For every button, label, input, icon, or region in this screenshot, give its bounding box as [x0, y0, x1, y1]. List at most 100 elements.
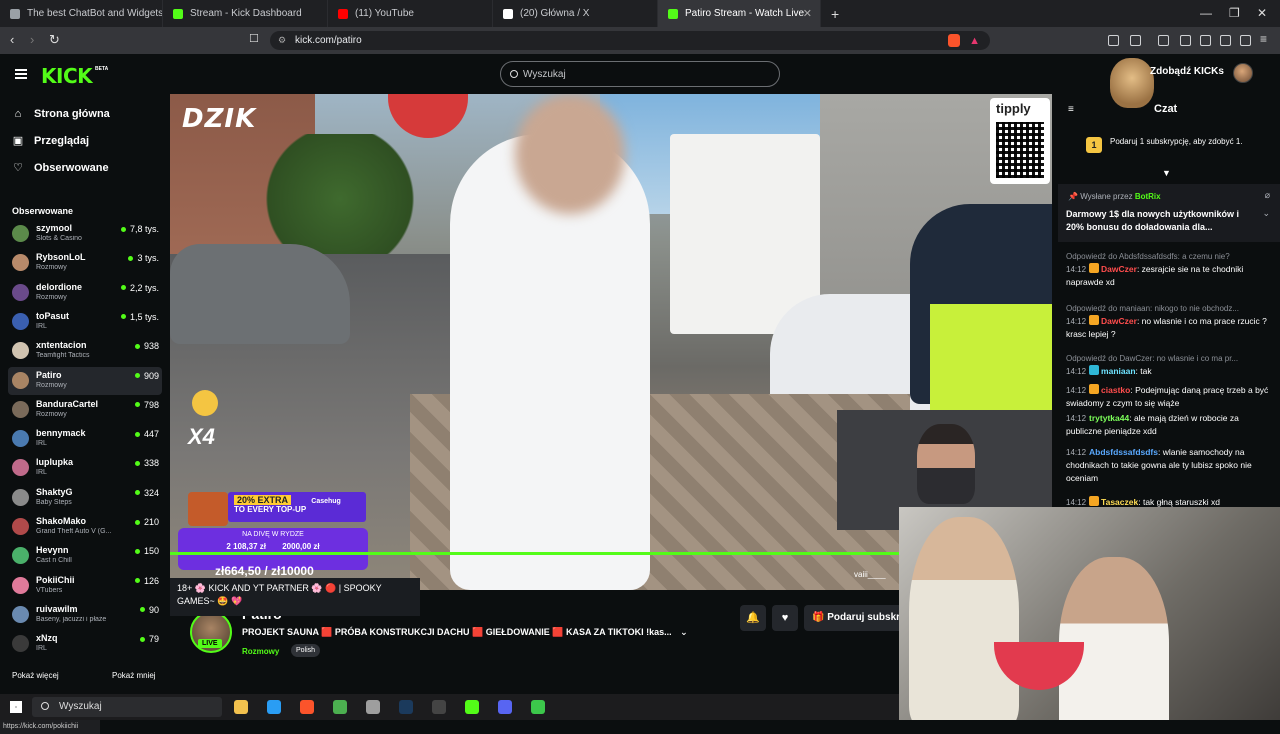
kick-top-nav: KICK BETA Zdobądź KICKs: [0, 54, 1280, 108]
close-tab-icon[interactable]: ✕: [803, 7, 812, 20]
sidebar-icon[interactable]: [1180, 35, 1191, 46]
edge-icon[interactable]: [267, 700, 281, 714]
channel-name: Hevynn: [36, 545, 69, 556]
site-info-icon[interactable]: ⚙: [278, 31, 286, 50]
followed-channel-hevynn[interactable]: Hevynn Cast n Chill 150: [8, 542, 162, 570]
brave-icon[interactable]: [300, 700, 314, 714]
chat-message[interactable]: Odpowiedź do Abdsfdssafdsdfs: a czemu ni…: [1066, 250, 1276, 289]
chat-username[interactable]: Tasaczek: [1101, 497, 1138, 507]
tab-patiro-stream[interactable]: Patiro Stream - Watch Live on Ki ✕: [658, 0, 821, 27]
pinned-message[interactable]: 📌 Wysłane przez BotRix Darmowy 1$ dla no…: [1058, 184, 1280, 242]
chat-username[interactable]: ciastko: [1101, 385, 1130, 395]
wallet-icon[interactable]: [1200, 35, 1211, 46]
viewer-count: 938: [135, 341, 159, 351]
chat-message[interactable]: Odpowiedź do DawCzer: no wlasnie i co ma…: [1066, 352, 1276, 378]
followed-channel-luplupka[interactable]: luplupka IRL 338: [8, 454, 162, 482]
menu-icon[interactable]: ≡: [1260, 32, 1271, 46]
followed-channel-delordione[interactable]: delordione Rozmowy 2,2 tys.: [8, 279, 162, 307]
extension-icon[interactable]: [1130, 35, 1141, 46]
followed-channel-pokiichii[interactable]: PokiiChii VTubers 126: [8, 572, 162, 600]
stream-language-tag[interactable]: Polish: [291, 644, 321, 657]
user-avatar[interactable]: [1233, 63, 1253, 83]
nav-following[interactable]: ♡ Obserwowane: [12, 162, 109, 174]
new-tab-button[interactable]: +: [831, 6, 839, 22]
kick-logo[interactable]: KICK: [41, 64, 93, 88]
follow-heart-icon[interactable]: ♥: [772, 605, 798, 631]
steam-icon[interactable]: [399, 700, 413, 714]
show-more-button[interactable]: Pokaż więcej: [12, 671, 59, 680]
vpn-icon[interactable]: [1240, 35, 1251, 46]
stream-category[interactable]: Rozmowy: [242, 647, 279, 656]
reply-preview[interactable]: Odpowiedź do DawCzer: no wlasnie i co ma…: [1066, 352, 1276, 365]
followed-channel-bennymack[interactable]: bennymack IRL 447: [8, 425, 162, 453]
chat-message[interactable]: 14:12 Abdsfdssafdsdfs: wlanie samochody n…: [1066, 446, 1276, 485]
back-icon[interactable]: ‹: [10, 32, 14, 47]
followed-channel-patiro[interactable]: Patiro Rozmowy 909: [8, 366, 162, 395]
extension-icon[interactable]: [1108, 35, 1119, 46]
reload-icon[interactable]: ↻: [49, 32, 60, 48]
tab-kick-dashboard[interactable]: Stream - Kick Dashboard: [163, 0, 328, 27]
reply-preview[interactable]: Odpowiedź do maniaan: nikogo to nie obch…: [1066, 302, 1276, 315]
chevron-down-icon[interactable]: ▼: [1162, 168, 1171, 178]
close-window-button[interactable]: ✕: [1257, 6, 1267, 20]
file-explorer-icon[interactable]: [234, 700, 248, 714]
followed-channel-xnzq[interactable]: xNzq IRL 79: [8, 630, 162, 658]
show-less-button[interactable]: Pokaż mniej: [112, 671, 156, 680]
chevron-down-icon[interactable]: ⌄: [1262, 208, 1270, 219]
kick-app-icon[interactable]: [465, 700, 479, 714]
followed-channel-topasut[interactable]: toPasut IRL 1,5 tys.: [8, 308, 162, 336]
followed-channel-szymool[interactable]: szymool Slots & Casino 7,8 tys.: [8, 220, 162, 248]
followed-channel-shakomako[interactable]: ShakoMako Grand Theft Auto V (G... 210: [8, 513, 162, 541]
restore-button[interactable]: ❐: [1229, 6, 1240, 20]
nav-home[interactable]: ⌂ Strona główna: [12, 108, 110, 120]
obs-icon[interactable]: [432, 700, 446, 714]
tipply-label: tipply: [996, 101, 1031, 116]
subscriber-badge-icon: [1089, 263, 1100, 273]
get-kicks-button[interactable]: Zdobądź KICKs: [1150, 66, 1224, 77]
forward-icon[interactable]: ›: [30, 32, 34, 47]
chat-title: Czat: [1154, 103, 1178, 115]
tab-chatbot[interactable]: The best ChatBot and Widgets for Ki: [0, 0, 163, 27]
chat-message[interactable]: 14:12 ciastko: Podejmując daną pracę trze…: [1066, 384, 1276, 410]
tab-youtube[interactable]: (11) YouTube: [328, 0, 493, 27]
followed-channel-shaktyg[interactable]: ShaktyG Baby Steps 324: [8, 484, 162, 512]
followed-channel-rybsonlol[interactable]: RybsonLoL Rozmowy 3 tys.: [8, 249, 162, 277]
chat-message[interactable]: 14:12 trytytka44: ale mają dzień w roboci…: [1066, 412, 1276, 438]
nav-browse[interactable]: ▣ Przeglądaj: [12, 135, 89, 147]
gift-subscription-button[interactable]: 🎁 Podaruj subskrypcje: [804, 605, 914, 631]
chat-username[interactable]: DawCzer: [1101, 264, 1137, 274]
channel-avatar: [12, 459, 29, 477]
expand-title-icon[interactable]: ⌄: [680, 627, 688, 637]
whatsapp-icon[interactable]: [531, 700, 545, 714]
chat-username[interactable]: DawCzer: [1101, 316, 1137, 326]
hamburger-menu-icon[interactable]: [15, 69, 27, 79]
reply-preview[interactable]: Odpowiedź do Abdsfdssafdsdfs: a czemu ni…: [1066, 250, 1276, 263]
app-icon[interactable]: [366, 700, 380, 714]
leo-icon[interactable]: [1220, 35, 1231, 46]
chat-username[interactable]: Abdsfdssafdsdfs: [1089, 447, 1158, 457]
followed-channel-ruivawilm[interactable]: ruivawilm Baseny, jacuzzi i płaże 90: [8, 601, 162, 629]
chrome-icon[interactable]: [333, 700, 347, 714]
discord-icon[interactable]: [498, 700, 512, 714]
followed-channel-xntentacion[interactable]: xntentacion Teamfight Tactics 938: [8, 337, 162, 365]
address-bar[interactable]: ⚙ kick.com/patiro ▲: [270, 31, 990, 50]
unpin-icon[interactable]: ⌀: [1265, 190, 1270, 201]
bookmark-icon[interactable]: ☐: [249, 32, 259, 45]
windows-start-icon[interactable]: [10, 701, 22, 713]
tab-x[interactable]: (20) Główna / X: [493, 0, 658, 27]
collapse-chat-icon[interactable]: ≡: [1068, 104, 1074, 115]
followed-channel-banduracartel[interactable]: BanduraCartel Rozmowy 798: [8, 396, 162, 424]
notification-bell-icon[interactable]: 🔔: [740, 605, 766, 631]
minimize-button[interactable]: —: [1200, 6, 1212, 20]
search-input[interactable]: [523, 66, 763, 82]
brave-rewards-icon[interactable]: ▲: [969, 32, 980, 51]
channel-name: PokiiChii: [36, 574, 75, 585]
music-icon[interactable]: [1158, 35, 1169, 46]
taskbar-search[interactable]: Wyszukaj: [32, 697, 222, 717]
chat-username[interactable]: trytytka44: [1089, 413, 1129, 423]
search-box[interactable]: [500, 61, 780, 87]
chat-username[interactable]: maniaan: [1101, 366, 1136, 376]
chat-message[interactable]: Odpowiedź do maniaan: nikogo to nie obch…: [1066, 302, 1276, 341]
brave-shield-icon[interactable]: [948, 34, 960, 47]
pinned-by-label: Wysłane przez: [1080, 192, 1133, 201]
